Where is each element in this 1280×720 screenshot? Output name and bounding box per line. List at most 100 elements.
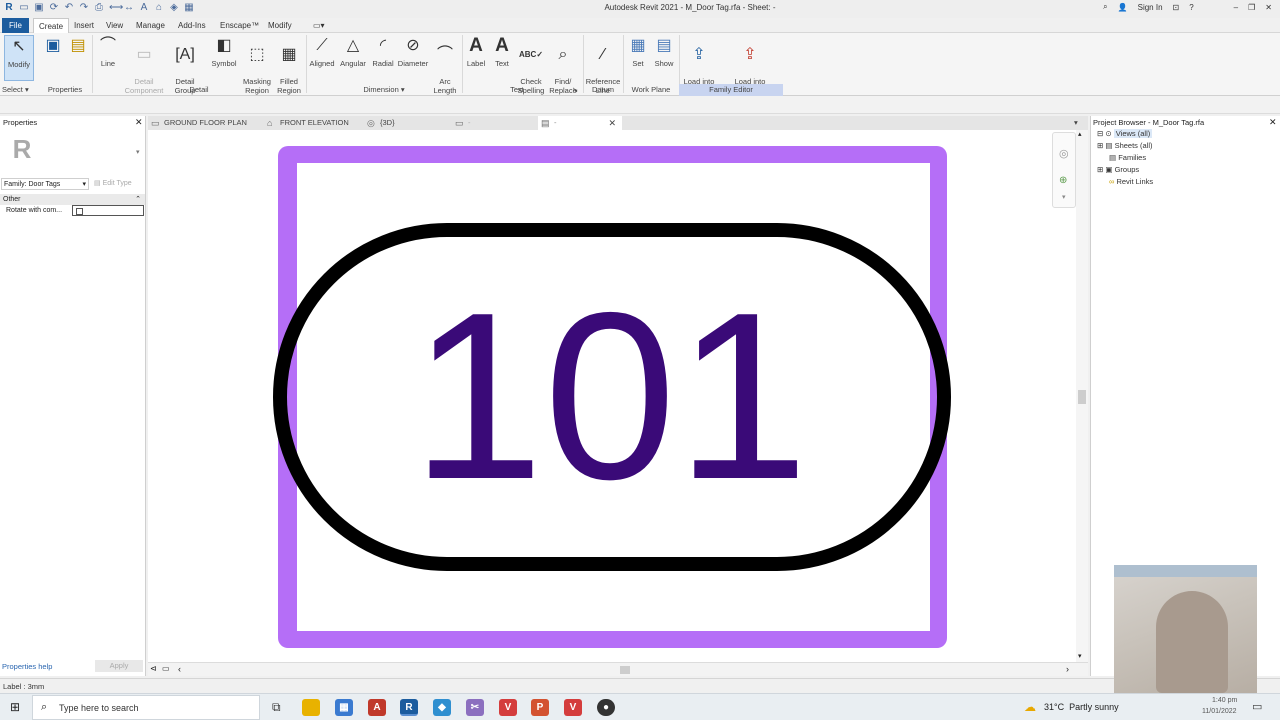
aligned-dimension-button[interactable]: ⟋ Aligned — [307, 35, 337, 68]
taskbar-search[interactable]: ⌕ Type here to search — [32, 695, 260, 720]
view-properties-icon[interactable]: ▭ — [162, 664, 170, 673]
scroll-up-icon[interactable]: ▴ — [1078, 130, 1082, 138]
app-icon[interactable]: ◆ — [433, 699, 451, 716]
panel-select[interactable]: Select ▾ — [2, 84, 36, 96]
text-button[interactable]: A Text — [490, 35, 514, 68]
browser-item-groups[interactable]: ⊞ ▣ Groups — [1097, 164, 1139, 176]
edit-type-button[interactable]: ▤ Edit Type — [92, 178, 144, 190]
obs-icon[interactable]: ● — [597, 699, 615, 716]
browser-item-families[interactable]: ▤ Families — [1109, 152, 1146, 164]
family-selector[interactable]: Family: Door Tags ▾ — [1, 178, 89, 190]
panel-dimension[interactable]: Dimension ▾ — [306, 84, 462, 96]
restore-button[interactable]: ❐ — [1248, 3, 1255, 12]
expand-icon[interactable]: ⊞ — [1097, 141, 1103, 150]
panel-select-label: Select — [2, 85, 23, 94]
type-selector-dropdown-icon[interactable]: ▾ — [136, 148, 140, 156]
property-group-other[interactable]: Other ⌃ — [0, 194, 145, 205]
browser-item-views[interactable]: ⊟ ⊙ Views (all) — [1097, 128, 1153, 140]
panel-text-launcher-icon[interactable]: ↘ — [568, 84, 582, 96]
aligned-dimension-icon: ⟋ — [316, 37, 328, 54]
tab-view[interactable]: View — [101, 18, 128, 33]
ribbon-options-icon[interactable]: ▭▾ — [308, 18, 330, 33]
drawing-canvas[interactable]: 101 ◎ ⊕ ▾ — [148, 130, 1080, 662]
powerpoint-icon[interactable]: P — [531, 699, 549, 716]
windows-start-icon[interactable]: ⊞ — [10, 700, 20, 714]
title-bar-right: ⌕ 👤 Sign In ⊡ ? – ❐ ✕ — [1103, 2, 1272, 12]
scroll-right-icon[interactable]: › — [1066, 664, 1069, 674]
close-button[interactable]: ✕ — [1265, 3, 1272, 12]
tabs-menu-icon[interactable]: ▾ — [1074, 116, 1088, 130]
apply-button[interactable]: Apply — [95, 660, 143, 672]
snipping-tool-icon[interactable]: ✂ — [466, 699, 484, 716]
notifications-icon[interactable]: ▭ — [1252, 700, 1262, 713]
ribbon: ↖ Modify ▣ ▤ ⌒ Line ▭ Detail Component [… — [0, 33, 1280, 96]
task-view-icon[interactable]: ⧉ — [272, 700, 281, 715]
steering-wheel-icon[interactable]: ◎ — [1059, 147, 1069, 160]
scale-icon[interactable]: ⊲ — [150, 664, 157, 673]
revit-links-icon: ∞ — [1109, 177, 1115, 186]
status-bar: Label : 3mm — [0, 678, 1280, 693]
help-icon[interactable]: ? — [1189, 3, 1193, 12]
chevron-down-icon[interactable]: ▾ — [1062, 193, 1066, 201]
properties-help-link[interactable]: Properties help — [2, 662, 52, 671]
edit-type-icon: ▤ — [94, 180, 101, 187]
label-button[interactable]: A Label — [464, 35, 488, 68]
scroll-down-icon[interactable]: ▾ — [1078, 652, 1082, 660]
properties-button[interactable]: ▣ — [40, 35, 66, 59]
symbol-button[interactable]: ◧ Symbol — [208, 35, 240, 68]
vertical-scrollbar[interactable]: ▴ ▾ — [1076, 130, 1088, 662]
vivaldi-icon[interactable]: V — [499, 699, 517, 716]
tab-manage[interactable]: Manage — [131, 18, 170, 33]
clock-date[interactable]: 11/01/2022 — [1202, 708, 1237, 715]
tab-create[interactable]: Create — [33, 18, 70, 33]
property-value-cell[interactable] — [72, 205, 144, 216]
type-properties-button[interactable]: ▤ — [66, 35, 88, 59]
tab-enscape[interactable]: Enscape™ — [215, 18, 264, 33]
collapse-icon: ⌃ — [135, 196, 141, 203]
sign-in-link[interactable]: Sign In — [1138, 3, 1163, 12]
tab-front-elevation[interactable]: ⌂ FRONT ELEVATION — [264, 116, 362, 130]
vivaldi-window-icon[interactable]: V — [564, 699, 582, 716]
tab-ground-floor-plan[interactable]: ▭ GROUND FLOOR PLAN — [148, 116, 264, 130]
revit-taskbar-icon[interactable]: R — [400, 699, 418, 716]
user-icon[interactable]: 👤 — [1118, 3, 1128, 12]
close-tab-icon[interactable]: ✕ — [608, 116, 616, 130]
angular-dimension-button[interactable]: △ Angular — [338, 35, 368, 68]
expand-icon[interactable]: ⊞ — [1097, 165, 1103, 174]
modify-button[interactable]: ↖ Modify — [4, 35, 34, 81]
tab-file[interactable]: File — [2, 18, 29, 33]
cart-icon[interactable]: ⊡ — [1173, 3, 1180, 12]
binoculars-icon[interactable]: ⌕ — [1103, 2, 1107, 12]
line-button[interactable]: ⌒ Line — [96, 35, 120, 68]
tab-modify[interactable]: Modify — [263, 18, 297, 33]
clock-time[interactable]: 1:40 pm — [1212, 697, 1237, 704]
tab-sheet[interactable]: ▤ - ✕ — [538, 116, 622, 130]
project-browser-close-icon[interactable]: ✕ — [1269, 117, 1277, 128]
scroll-left-icon[interactable]: ‹ — [178, 664, 181, 674]
tab-drafting[interactable]: ▭ - — [452, 116, 536, 130]
weather-text[interactable]: 31°C Partly sunny — [1044, 702, 1119, 712]
properties-close-icon[interactable]: ✕ — [135, 117, 143, 128]
vertical-scroll-thumb[interactable] — [1078, 390, 1086, 404]
search-placeholder: Type here to search — [59, 703, 139, 713]
tab-add-ins[interactable]: Add-Ins — [173, 18, 211, 33]
radial-dimension-button[interactable]: ◜ Radial — [369, 35, 397, 68]
tag-number[interactable]: 101 — [411, 264, 808, 529]
autocad-icon[interactable]: A — [368, 699, 386, 716]
rotate-with-component-checkbox[interactable] — [76, 208, 83, 215]
set-button[interactable]: ▦ Set — [626, 35, 650, 68]
tab-insert[interactable]: Insert — [69, 18, 99, 33]
diameter-dimension-button[interactable]: ⊘ Diameter — [397, 35, 429, 68]
tab-3d[interactable]: ◎ {3D} — [364, 116, 454, 130]
groups-icon: ▣ — [1105, 165, 1113, 174]
expand-icon[interactable]: ⊟ — [1097, 129, 1103, 138]
minimize-button[interactable]: – — [1234, 3, 1238, 12]
file-explorer-icon[interactable] — [302, 699, 320, 716]
horizontal-scroll-thumb[interactable] — [620, 666, 630, 674]
zoom-icon[interactable]: ⊕ — [1059, 175, 1067, 186]
show-button[interactable]: ▤ Show — [652, 35, 676, 68]
calculator-icon[interactable]: ▦ — [335, 699, 353, 716]
browser-item-sheets[interactable]: ⊞ ▤ Sheets (all) — [1097, 140, 1153, 152]
property-name: Rotate with com... — [6, 207, 63, 214]
browser-item-revit-links[interactable]: ∞ Revit Links — [1109, 176, 1153, 188]
